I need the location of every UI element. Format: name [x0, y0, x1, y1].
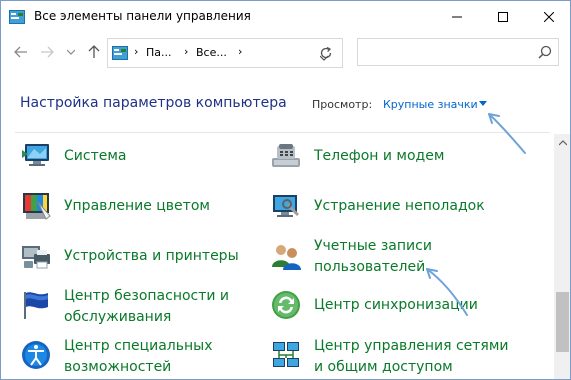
item-sync-center[interactable]: Центр синхронизации — [270, 289, 530, 321]
item-label: Устройства и принтеры — [64, 248, 239, 264]
maximize-icon — [498, 12, 508, 22]
network-sharing-icon — [273, 342, 299, 367]
arrow-right-icon — [41, 46, 54, 58]
item-label: Учетные записи — [314, 238, 432, 254]
system-icon — [22, 144, 49, 166]
vertical-scrollbar[interactable] — [554, 134, 570, 379]
item-label-line2: пользователей — [314, 259, 426, 275]
view-mode-dropdown[interactable]: Крупные значки — [383, 98, 478, 111]
item-phone-modem[interactable]: Телефон и модем — [270, 140, 530, 172]
title-bar: Все элементы панели управления — [1, 1, 570, 33]
item-label-line2: и общим доступом — [314, 359, 453, 375]
item-label: Центр управления сетями — [314, 338, 509, 354]
page-title: Настройка параметров компьютера — [20, 95, 287, 111]
item-system[interactable]: Система — [20, 140, 240, 172]
arrow-up-icon — [88, 45, 100, 58]
search-input[interactable] — [362, 43, 532, 61]
recent-locations-button[interactable] — [61, 41, 81, 63]
item-label: Телефон и модем — [314, 148, 445, 164]
breadcrumb-item[interactable]: Па... — [146, 46, 172, 59]
minimize-button[interactable] — [434, 1, 480, 33]
maximize-button[interactable] — [480, 1, 526, 33]
item-label: Система — [64, 148, 127, 164]
close-icon — [544, 12, 554, 22]
scroll-thumb[interactable] — [556, 292, 569, 352]
item-label: Управление цветом — [64, 198, 210, 214]
window-title: Все элементы панели управления — [34, 9, 251, 23]
refresh-icon — [320, 46, 332, 59]
item-label: Центр безопасности и — [64, 288, 230, 304]
up-button[interactable] — [84, 41, 104, 63]
breadcrumb-separator-icon: › — [238, 45, 243, 58]
item-label-line2: обслуживания — [64, 309, 172, 325]
item-label: Центр синхронизации — [314, 297, 478, 313]
item-troubleshooting[interactable]: Устранение неполадок — [270, 190, 530, 222]
view-label: Просмотр: — [312, 98, 373, 111]
security-maintenance-icon — [24, 292, 48, 319]
color-management-icon — [23, 193, 51, 220]
chevron-up-icon — [558, 139, 567, 145]
sync-center-icon — [272, 291, 300, 319]
caret-down-icon[interactable] — [479, 101, 487, 106]
item-network-sharing[interactable]: Центр управления сетями и общим доступом — [270, 335, 530, 379]
breadcrumb-separator-icon: › — [134, 45, 139, 58]
back-button[interactable] — [11, 41, 31, 63]
troubleshooting-icon — [273, 195, 299, 217]
arrow-left-icon — [14, 46, 27, 58]
item-color-management[interactable]: Управление цветом — [20, 190, 240, 222]
chevron-down-icon — [67, 49, 75, 55]
control-panel-icon — [112, 46, 128, 60]
refresh-button[interactable] — [311, 37, 341, 69]
control-panel-window: Все элементы панели управления › Па... ›… — [0, 0, 571, 380]
item-security-maintenance[interactable]: Центр безопасности и обслуживания — [20, 285, 240, 329]
divider — [15, 132, 550, 133]
user-accounts-icon — [272, 245, 301, 270]
ease-of-access-icon — [22, 341, 50, 369]
breadcrumb-item[interactable]: Все... — [196, 46, 227, 59]
forward-button[interactable] — [37, 41, 57, 63]
breadcrumb-separator-icon: › — [184, 45, 189, 58]
address-bar[interactable]: › Па... › Все... › — [107, 38, 343, 68]
item-label: Центр специальных — [64, 338, 213, 354]
scroll-up-button[interactable] — [554, 134, 570, 151]
devices-printers-icon — [22, 246, 50, 269]
close-button[interactable] — [526, 1, 570, 33]
item-ease-of-access[interactable]: Центр специальных возможностей — [20, 335, 240, 379]
item-label-line2: возможностей — [64, 359, 172, 375]
search-icon — [538, 45, 552, 59]
item-user-accounts[interactable]: Учетные записи пользователей — [270, 235, 530, 279]
search-box[interactable] — [357, 38, 559, 66]
control-panel-icon — [9, 10, 25, 24]
phone-modem-icon — [272, 144, 300, 167]
item-devices-printers[interactable]: Устройства и принтеры — [20, 240, 240, 272]
item-label: Устранение неполадок — [314, 198, 485, 214]
minimize-icon — [452, 16, 462, 18]
